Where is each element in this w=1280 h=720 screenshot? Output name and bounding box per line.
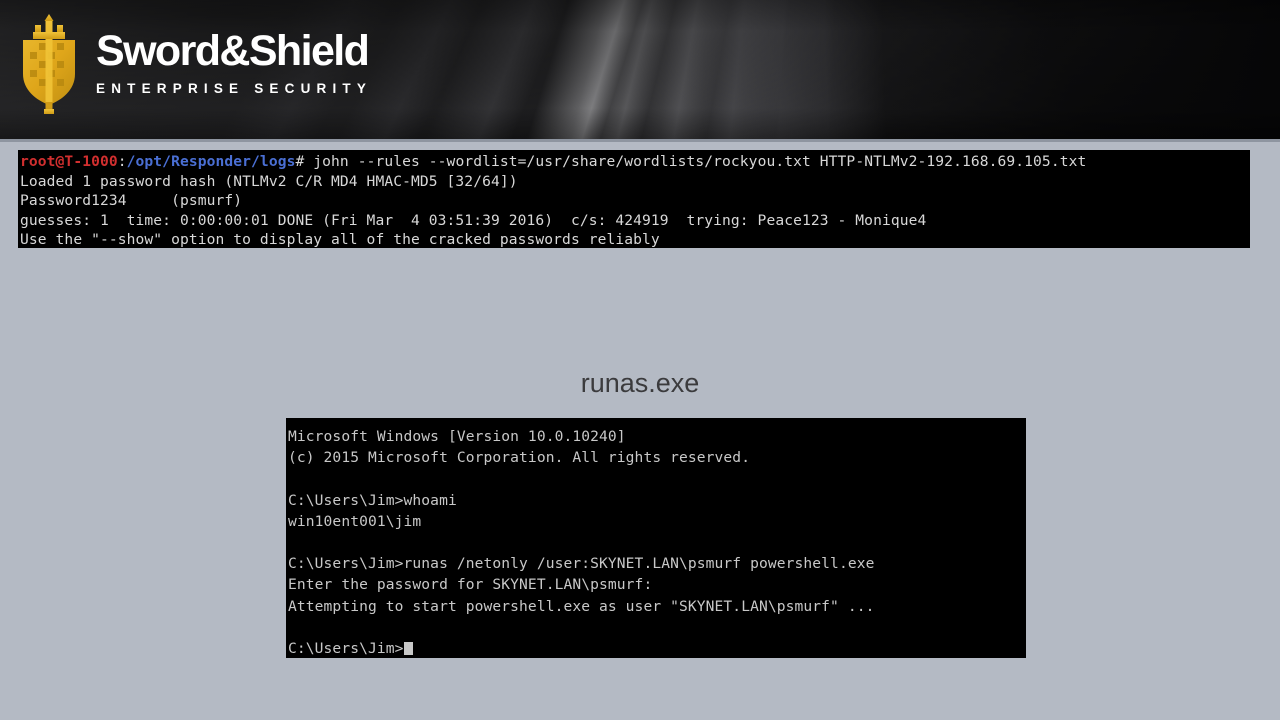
logo-subtitle: ENTERPRISE SECURITY (96, 81, 373, 97)
cmd-output-line: (c) 2015 Microsoft Corporation. All righ… (288, 449, 751, 467)
cmd-output-line: win10ent001\jim (288, 512, 422, 530)
logo-wordmark: Sword&Shield ENTERPRISE SECURITY (96, 30, 372, 100)
cmd-cursor (403, 642, 413, 656)
cmd-output-line: Microsoft Windows [Version 10.0.10240] (288, 428, 626, 445)
cmd-output-line: Attempting to start powershell.exe as us… (288, 597, 875, 615)
cmd-command-line: C:\Users\Jim>whoami (288, 491, 457, 509)
header-banner: Sword&Shield ENTERPRISE SECURITY (0, 0, 1280, 142)
terminal-output-line: Password1234 (psmurf) (20, 192, 243, 210)
banner-bottom-divider (0, 139, 1280, 142)
cmd-blank-line (288, 617, 1026, 638)
cmd-final-prompt-line: C:\Users\Jim> (288, 638, 1026, 658)
cmd-blank-line (288, 532, 1026, 553)
cmd-command-line: C:\Users\Jim>runas /netonly /user:SKYNET… (288, 555, 875, 573)
shield-icon (16, 12, 82, 118)
terminal-output-line: guesses: 1 time: 0:00:00:01 DONE (Fri Ma… (20, 211, 927, 229)
logo-title: Sword&Shield (96, 27, 370, 76)
prompt-separator: : (117, 153, 127, 170)
john-the-ripper-terminal: root@T-1000:/opt/Responder/logs# john --… (18, 150, 1250, 248)
prompt-user-host: root@T-1000 (20, 153, 118, 170)
terminal-output-line: Loaded 1 password hash (NTLMv2 C/R MD4 H… (20, 172, 518, 190)
cmd-blank-line (288, 468, 1026, 489)
terminal-output-line: Use the "--show" option to display all o… (20, 231, 660, 248)
cmd-output-line: Enter the password for SKYNET.LAN\psmurf… (288, 576, 653, 594)
windows-command-prompt: Microsoft Windows [Version 10.0.10240] (… (286, 418, 1026, 658)
company-logo: Sword&Shield ENTERPRISE SECURITY (16, 12, 372, 118)
cmd-final-prompt: C:\Users\Jim> (288, 640, 404, 658)
terminal-command: john --rules --wordlist=/usr/share/wordl… (304, 153, 1087, 170)
terminal-prompt-line: root@T-1000:/opt/Responder/logs# john --… (20, 152, 1250, 172)
prompt-path: /opt/Responder/logs (126, 153, 296, 170)
slide-caption: runas.exe (580, 368, 700, 398)
